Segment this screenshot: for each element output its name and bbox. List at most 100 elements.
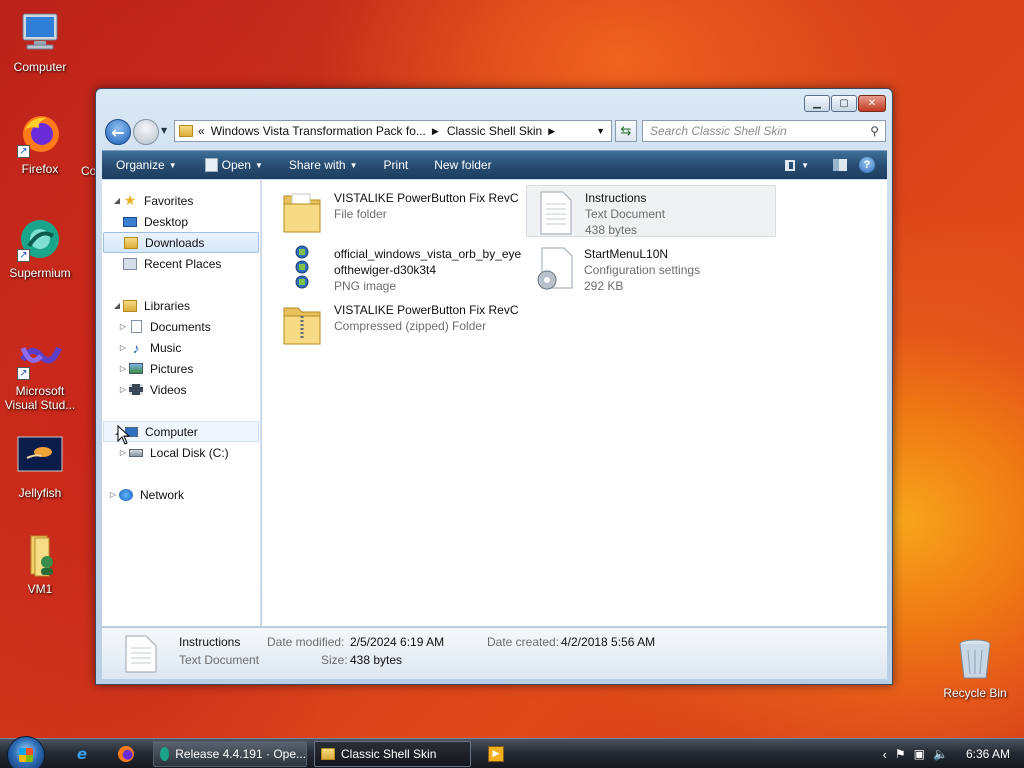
folder-icon <box>321 748 335 760</box>
show-hidden-icons-button[interactable]: ‹ <box>883 747 887 762</box>
size-label: Size: <box>321 653 348 667</box>
expand-arrow-icon[interactable]: ▷ <box>108 490 118 499</box>
close-button[interactable]: ✕ <box>858 95 886 112</box>
expand-arrow-icon[interactable]: ◢ <box>112 196 122 205</box>
nav-downloads[interactable]: Downloads <box>103 232 259 253</box>
share-with-button[interactable]: Share with ▼ <box>279 158 368 172</box>
chevron-down-icon[interactable]: ▼ <box>596 126 605 136</box>
expand-arrow-icon[interactable]: ▷ <box>118 343 128 352</box>
list-item[interactable]: StartMenuL10N Configuration settings 292… <box>526 242 776 294</box>
nav-label: Favorites <box>144 193 194 208</box>
expand-arrow-icon[interactable]: ▷ <box>118 448 128 457</box>
visual-studio-icon: ↗ <box>17 334 63 380</box>
recent-pages-dropdown[interactable]: ▼ <box>161 126 167 135</box>
help-icon[interactable]: ? <box>859 157 875 173</box>
network-icon <box>118 488 134 502</box>
maximize-button[interactable]: ▢ <box>831 95 857 112</box>
taskbar-item-supermium[interactable]: Release 4.4.191 · Ope... <box>153 741 307 767</box>
preview-pane-button[interactable] <box>833 159 847 171</box>
config-settings-icon <box>530 244 578 292</box>
desktop-icon-label: Jellyfish <box>18 486 62 500</box>
desktop-icon-label: Supermium <box>9 266 71 280</box>
action-center-flag-icon[interactable]: ⚑ <box>895 747 906 761</box>
desktop-icon-computer[interactable]: Computer <box>0 10 80 74</box>
recycle-bin-icon <box>952 636 998 682</box>
file-type: Configuration settings <box>584 263 701 277</box>
explorer-window[interactable]: ▁ ▢ ✕ ← ▼ « Windows Vista Transformation… <box>95 88 893 685</box>
minimize-button[interactable]: ▁ <box>804 95 830 112</box>
list-item[interactable]: official_windows_vista_orb_by_eye ofthew… <box>276 242 526 294</box>
list-item[interactable]: VISTALIKE PowerButton Fix RevC File fold… <box>276 186 526 238</box>
start-button[interactable] <box>7 736 45 768</box>
chevron-right-icon[interactable]: ▶ <box>432 126 439 137</box>
forward-button[interactable] <box>133 119 159 145</box>
mouse-cursor-icon <box>117 425 131 445</box>
file-list: VISTALIKE PowerButton Fix RevC File fold… <box>262 180 887 626</box>
print-button[interactable]: Print <box>374 158 419 172</box>
desktop-icon-supermium[interactable]: ↗ Supermium <box>0 216 80 280</box>
desktop-icon-vm1[interactable]: VM1 <box>0 532 80 596</box>
nav-videos[interactable]: ▷ Videos <box>118 379 187 400</box>
taskbar-item-explorer[interactable]: Classic Shell Skin <box>314 741 471 767</box>
nav-music[interactable]: ▷ ♪ Music <box>118 337 181 358</box>
file-name: VISTALIKE PowerButton Fix RevC <box>334 191 519 205</box>
taskbar-item-label: Release 4.4.191 · Ope... <box>175 747 306 761</box>
back-button[interactable]: ← <box>105 119 131 145</box>
nav-favorites[interactable]: ◢ ★ Favorites <box>112 190 193 211</box>
organize-button[interactable]: Organize ▼ <box>102 158 187 172</box>
address-bar[interactable]: « Windows Vista Transformation Pack fo..… <box>174 120 612 142</box>
command-bar: Organize ▼ Open ▼ Share with ▼ Print New… <box>102 150 887 179</box>
internet-explorer-icon[interactable]: e <box>72 744 92 764</box>
nav-documents[interactable]: ▷ Documents <box>118 316 211 337</box>
nav-local-disk[interactable]: ▷ Local Disk (C:) <box>118 442 229 463</box>
nav-label: Documents <box>150 319 211 334</box>
nav-recent-places[interactable]: Recent Places <box>122 253 221 274</box>
change-view-button[interactable]: ▼ <box>785 159 809 171</box>
desktop-icon-label: Recycle Bin <box>943 686 1007 700</box>
nav-label: Network <box>140 487 185 502</box>
desktop-icon-firefox[interactable]: ↗ Firefox <box>0 112 80 176</box>
refresh-button[interactable]: ⇆ <box>615 120 637 142</box>
list-item[interactable]: Instructions Text Document 438 bytes <box>526 185 776 237</box>
firefox-icon[interactable] <box>116 744 136 764</box>
network-tray-icon[interactable]: ▣ <box>914 747 925 761</box>
search-icon[interactable]: ⚲ <box>870 124 879 138</box>
search-input[interactable]: Search Classic Shell Skin ⚲ <box>642 120 886 142</box>
desktop-icon-jellyfish[interactable]: Jellyfish <box>0 436 80 500</box>
details-type: Text Document <box>179 653 260 667</box>
expand-arrow-icon[interactable]: ▷ <box>118 364 128 373</box>
expand-arrow-icon[interactable]: ▷ <box>118 322 128 331</box>
details-pane: Instructions Text Document Date modified… <box>102 627 887 679</box>
nav-libraries[interactable]: ◢ Libraries <box>112 295 190 316</box>
expand-arrow-icon[interactable]: ▷ <box>118 385 128 394</box>
png-image-icon <box>280 244 328 292</box>
address-overflow[interactable]: « <box>198 124 205 138</box>
address-segment[interactable]: Classic Shell Skin <box>447 124 542 138</box>
list-item[interactable]: VISTALIKE PowerButton Fix RevC Compresse… <box>276 298 526 350</box>
media-player-icon[interactable]: ▶ <box>486 744 506 764</box>
clock[interactable]: 6:36 AM <box>966 747 1010 761</box>
volume-muted-icon[interactable]: 🔈 <box>933 747 948 761</box>
size-value: 438 bytes <box>350 653 403 667</box>
expand-arrow-icon[interactable]: ◢ <box>112 301 122 310</box>
nav-pictures[interactable]: ▷ Pictures <box>118 358 193 379</box>
music-icon: ♪ <box>132 339 140 356</box>
file-name: official_windows_vista_orb_by_eye <box>334 247 522 261</box>
chevron-right-icon[interactable]: ▶ <box>548 126 555 137</box>
organize-label: Organize <box>116 158 165 172</box>
zip-folder-icon <box>280 300 328 348</box>
recent-places-icon <box>122 257 138 271</box>
new-folder-button[interactable]: New folder <box>424 158 501 172</box>
date-modified-label: Date modified: <box>267 635 345 649</box>
open-button[interactable]: Open ▼ <box>195 158 273 172</box>
hard-drive-icon <box>128 446 144 460</box>
address-segment[interactable]: Windows Vista Transformation Pack fo... <box>211 124 426 138</box>
chevron-down-icon: ▼ <box>801 160 809 170</box>
date-created-label: Date created: <box>487 635 560 649</box>
desktop-icon-recycle-bin[interactable]: Recycle Bin <box>935 636 1015 700</box>
nav-network[interactable]: ▷ Network <box>108 484 184 505</box>
nav-desktop[interactable]: Desktop <box>122 211 188 232</box>
nav-label: Local Disk (C:) <box>150 445 229 460</box>
shortcut-arrow-icon: ↗ <box>17 367 30 380</box>
desktop-icon-visual-studio[interactable]: ↗ Microsoft Visual Stud... <box>0 334 80 412</box>
